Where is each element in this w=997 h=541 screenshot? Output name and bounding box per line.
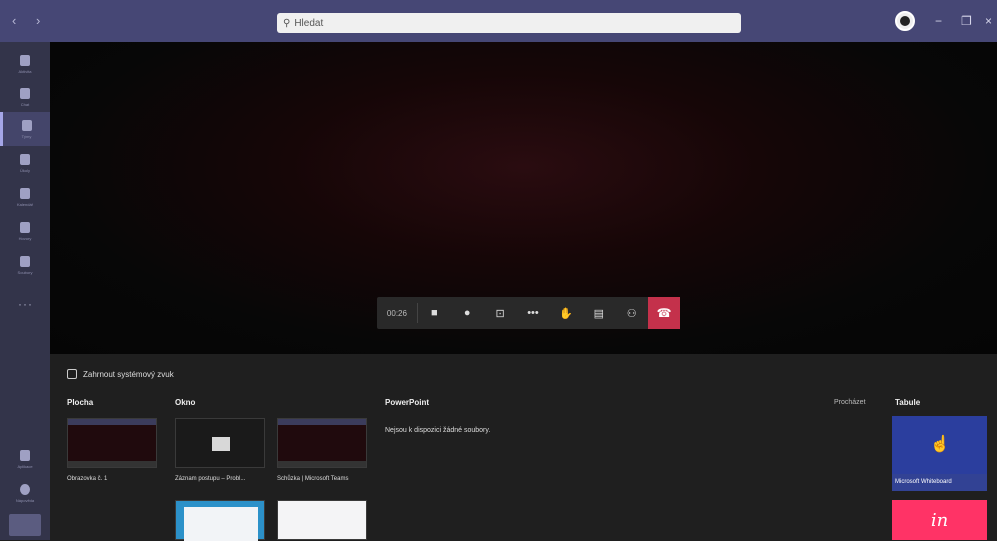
raise-hand-icon[interactable]: ✋ [549,297,582,329]
title-bar: ‹ › ⚲ Hledat − ❐ × [0,0,997,42]
taskbar [68,461,156,467]
participants-icon[interactable]: ⚇ [615,297,648,329]
window-thumb-label: Schůzka | Microsoft Teams [277,476,349,482]
window-thumb-label: Záznam postupu – Probl... [175,476,246,482]
rail-label: Týmy [21,133,32,139]
rail-item-activity[interactable]: Aktivita [0,47,50,81]
download-mobile-button[interactable] [9,514,41,536]
powerpoint-empty-text: Nejsou k dispozici žádné soubory. [385,427,491,434]
share-icon[interactable]: ⊡ [484,297,517,329]
desktop-thumbnail[interactable] [67,418,157,468]
more-apps-icon[interactable]: ··· [18,297,33,311]
phone-icon [20,221,30,233]
window-thumbnail[interactable] [175,418,265,468]
search-placeholder: Hledat [294,17,324,29]
window-preview [184,507,258,541]
taskbar [278,461,366,467]
rail-label: Hovory [18,235,32,241]
rail-label: Aktivita [18,68,32,74]
checkbox[interactable] [67,369,77,379]
avatar[interactable] [895,11,915,31]
rail-label: Aplikace [17,463,33,469]
call-timer: 00:26 [386,308,407,318]
mic-icon[interactable]: ● [451,297,484,329]
chat-icon[interactable]: ▤ [582,297,615,329]
system-audio-toggle[interactable]: Zahrnout systémový zvuk [67,369,174,379]
back-forward-arrows[interactable]: ‹ › [12,13,48,28]
search-input[interactable]: ⚲ Hledat [277,13,741,33]
system-audio-label: Zahrnout systémový zvuk [83,369,174,379]
search-icon: ⚲ [283,17,291,29]
whiteboard-tile[interactable]: ☝ Microsoft Whiteboard [892,416,987,491]
rail-label: Nápověda [15,497,35,503]
section-window-title: Okno [175,398,196,407]
teams-icon [21,119,32,131]
bell-icon [20,54,30,66]
rail-item-teams[interactable]: Týmy [0,112,50,146]
window-icon [212,437,230,451]
whiteboard-hand-icon: ☝ [930,436,950,453]
camera-icon[interactable]: ■ [418,297,451,329]
files-icon [20,255,30,267]
close-button[interactable]: × [985,14,992,28]
more-icon[interactable]: ••• [517,297,550,329]
window-thumbnail[interactable] [277,500,367,540]
maximize-button[interactable]: ❐ [961,14,972,28]
section-desktop-title: Plocha [67,398,94,407]
rail-label: Kalendář [16,201,33,207]
rail-item-calendar[interactable]: Kalendář [0,180,50,214]
window-thumbnail[interactable] [175,500,265,541]
rail-label: Soubory [17,269,33,275]
rail-item-apps[interactable]: Aplikace [0,442,50,476]
app-rail: Aktivita Chat Týmy Úkoly Kalendář Hovory… [0,42,50,540]
rail-label: Chat [20,101,30,107]
window-thumbnail[interactable] [277,418,367,468]
browse-link[interactable]: Procházet [834,399,866,406]
hangup-icon[interactable]: ☎ [648,297,680,329]
invision-tile[interactable]: in [892,500,987,540]
rail-item-files[interactable]: Soubory [0,248,50,282]
rail-label: Úkoly [19,167,30,173]
rail-item-help[interactable]: Nápověda [0,476,50,510]
rail-item-calls[interactable]: Hovory [0,214,50,248]
call-controls: 00:26 ■ ● ⊡ ••• ✋ ▤ ⚇ ☎ [377,297,680,329]
section-whiteboard-title: Tabule [895,398,921,407]
section-powerpoint-title: PowerPoint [385,398,430,407]
assignments-icon [20,153,30,165]
rail-item-chat[interactable]: Chat [0,80,50,114]
chat-icon [20,87,30,99]
apps-icon [20,449,30,461]
minimize-button[interactable]: − [935,14,942,28]
whiteboard-label: Microsoft Whiteboard [892,474,987,491]
calendar-icon [20,187,30,199]
help-icon [20,483,30,495]
desktop-thumb-label: Obrazovka č. 1 [67,476,108,482]
rail-item-assignments[interactable]: Úkoly [0,146,50,180]
